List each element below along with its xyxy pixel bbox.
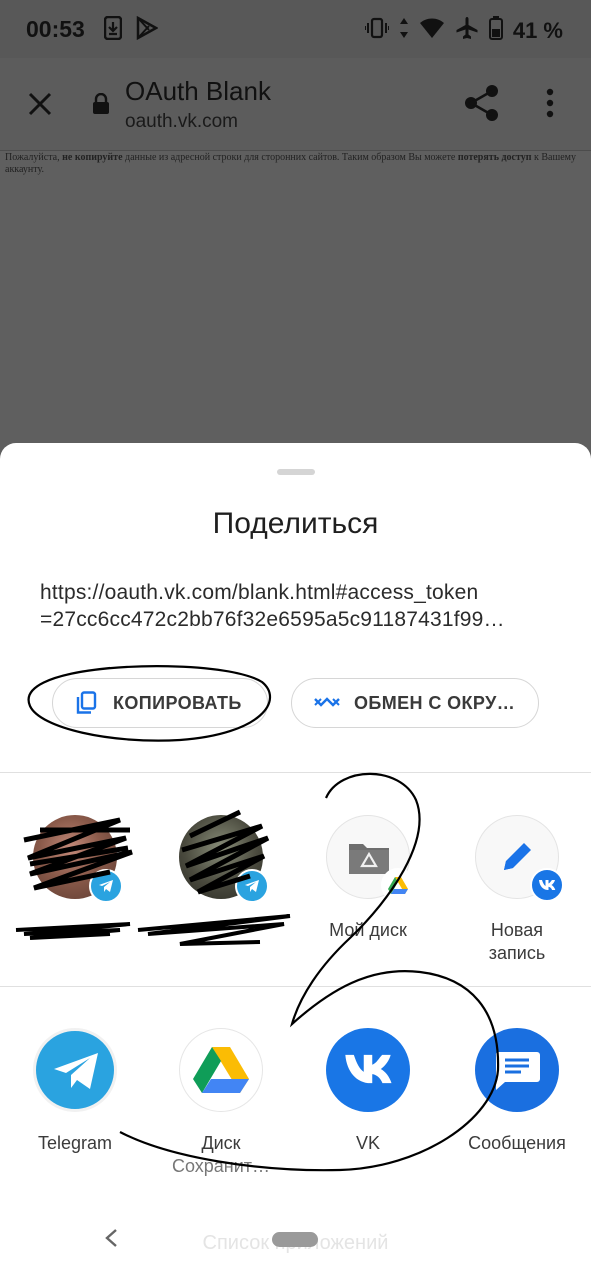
wifi-icon bbox=[419, 17, 445, 44]
battery-icon bbox=[488, 16, 503, 45]
page-title: OAuth Blank bbox=[125, 76, 271, 106]
close-icon[interactable] bbox=[24, 88, 56, 120]
data-arrows-icon bbox=[399, 17, 409, 44]
divider bbox=[0, 772, 591, 773]
app-drive[interactable]: Диск Сохранит… bbox=[156, 1028, 286, 1177]
shared-text-line-1: https://oauth.vk.com/blank.html#access_t… bbox=[40, 581, 479, 604]
messages-icon bbox=[475, 1028, 559, 1112]
status-bar: 00:53 41 % bbox=[0, 0, 591, 58]
direct-share-contact-2[interactable] bbox=[156, 815, 286, 903]
messages-label: Сообщения bbox=[468, 1133, 566, 1153]
drive-sublabel: Сохранит… bbox=[171, 1156, 271, 1176]
copy-icon bbox=[75, 691, 97, 715]
play-store-icon bbox=[136, 15, 159, 45]
back-icon[interactable] bbox=[104, 1228, 118, 1253]
telegram-badge-icon bbox=[235, 869, 269, 903]
download-icon bbox=[103, 15, 123, 45]
my-drive-icon bbox=[326, 815, 415, 902]
vibrate-icon bbox=[363, 17, 390, 44]
page-warning-text: Пожалуйста, не копируйте данные из адрес… bbox=[5, 152, 576, 175]
nearby-share-button[interactable]: ОБМЕН С ОКРУ… bbox=[291, 678, 539, 728]
my-drive-label: Мой диск bbox=[329, 920, 407, 940]
custom-tab-toolbar: OAuth Blank oauth.vk.com bbox=[0, 58, 591, 151]
drive-label: Диск bbox=[201, 1133, 241, 1153]
new-post-icon bbox=[475, 815, 564, 902]
divider bbox=[0, 986, 591, 987]
shared-text-line-2: =27cc6cc472c2bb76f32e6595a5c91187431f99… bbox=[40, 608, 505, 631]
copy-button-label: КОПИРОВАТЬ bbox=[113, 692, 242, 713]
nearby-share-icon bbox=[314, 695, 340, 711]
avatar bbox=[33, 815, 123, 903]
shared-text-preview: https://oauth.vk.com/blank.html#access_t… bbox=[40, 579, 560, 633]
telegram-label: Telegram bbox=[37, 1133, 113, 1153]
google-drive-icon bbox=[179, 1028, 263, 1112]
share-icon[interactable] bbox=[464, 84, 500, 127]
google-drive-badge-icon bbox=[381, 868, 415, 902]
more-menu-icon[interactable] bbox=[545, 88, 555, 123]
telegram-badge-icon bbox=[89, 869, 123, 903]
battery-percent: 41 % bbox=[512, 17, 563, 43]
status-time: 00:53 bbox=[26, 16, 85, 42]
page-url: oauth.vk.com bbox=[125, 111, 238, 132]
telegram-icon bbox=[33, 1028, 117, 1112]
airplane-icon bbox=[455, 16, 479, 45]
avatar bbox=[179, 815, 269, 903]
app-vk[interactable]: VK bbox=[303, 1028, 433, 1155]
nearby-share-label: ОБМЕН С ОКРУ… bbox=[354, 692, 516, 713]
home-pill[interactable] bbox=[272, 1232, 318, 1247]
copy-button[interactable]: КОПИРОВАТЬ bbox=[52, 678, 268, 728]
app-messages[interactable]: Сообщения bbox=[452, 1028, 582, 1155]
vk-badge-icon bbox=[530, 868, 564, 902]
app-telegram[interactable]: Telegram bbox=[10, 1028, 140, 1155]
vk-label: VK bbox=[355, 1133, 380, 1153]
direct-share-my-drive[interactable]: Мой диск bbox=[303, 815, 433, 942]
direct-share-new-post[interactable]: Новая запись bbox=[452, 815, 582, 965]
share-sheet-title: Поделиться bbox=[212, 507, 379, 540]
vk-icon bbox=[326, 1028, 410, 1112]
drag-handle[interactable] bbox=[277, 469, 315, 475]
navigation-bar: Список приложений bbox=[0, 1200, 591, 1280]
share-sheet: Поделиться https://oauth.vk.com/blank.ht… bbox=[0, 443, 591, 1280]
lock-icon bbox=[92, 92, 110, 120]
direct-share-contact-1[interactable] bbox=[10, 815, 140, 903]
new-post-label: Новая запись bbox=[488, 920, 546, 963]
